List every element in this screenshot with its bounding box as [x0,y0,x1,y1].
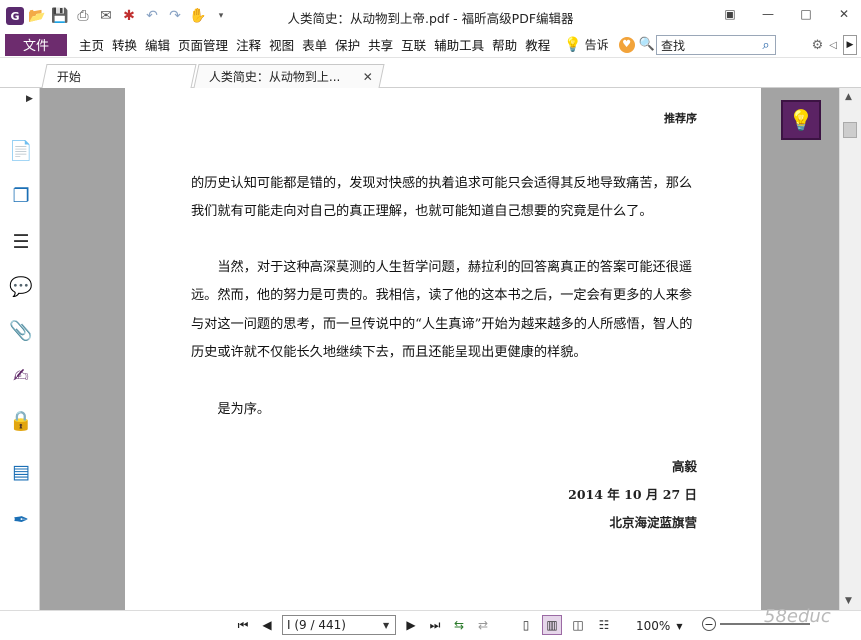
page-layout-controls: ▯ ▥ ◫ ☷ [516,615,614,635]
paragraph-3: 是为序。 [191,402,271,417]
tab-start-label: 开始 [56,70,81,84]
tips-lightbulb-button[interactable]: 💡 [781,100,821,140]
email-icon[interactable]: ✉ [96,6,116,26]
next-page-icon[interactable]: ▶ [402,615,420,635]
pdf-page: 推荐序 的历史认知可能都是错的，发现对快感的执着追求可能只会适得其反地导致痛苦，… [125,88,761,610]
undo-icon[interactable]: ↶ [142,6,162,26]
quick-access-toolbar: G 📂 💾 ⎙ ✉ ✱ ↶ ↷ ✋ ▾ [0,6,231,26]
menu-item-connect[interactable]: 互联 [397,35,430,54]
redo-icon[interactable]: ↷ [165,6,185,26]
zoom-dropdown-icon[interactable]: ▼ [676,622,682,631]
continuous-page-icon[interactable]: ▥ [542,615,562,635]
restore-button[interactable]: □ [795,4,817,24]
comments-icon[interactable]: 💬 [9,274,33,298]
close-tab-icon[interactable]: ✕ [363,70,373,84]
scroll-up-icon[interactable]: ▲ [845,92,852,102]
tab-document-label: 人类简史：从动物到上... [208,70,341,84]
tab-start[interactable]: 开始 [41,64,197,88]
menu-item-home[interactable]: 主页 [75,35,108,54]
signature-author: 高毅 [671,459,697,474]
attachment-icon[interactable]: 📎 [9,318,33,342]
menu-item-help[interactable]: 帮助 [488,35,521,54]
minimize-button[interactable]: — [757,4,779,24]
page-number-value: I (9 / 441) [287,618,346,632]
menu-item-protect[interactable]: 保护 [331,35,364,54]
scroll-left-icon[interactable]: ◁ [829,40,837,51]
form-fields-icon[interactable]: ▤ [9,460,33,484]
certificate-icon[interactable]: ✒ [9,508,33,532]
menu-item-tutorial[interactable]: 教程 [521,35,554,54]
facing-pages-icon[interactable]: ◫ [568,615,588,635]
paragraph-2: 当然，对于这种高深莫测的人生哲学问题，赫拉利的回答离真正的答案可能还很遥远。然而… [191,260,693,361]
search-input[interactable]: 查找 ⌕ [656,35,776,55]
menu-item-edit[interactable]: 编辑 [141,35,174,54]
search-icon[interactable]: ⌕ [757,38,775,53]
tell-me-label: 告诉 [584,38,609,52]
menu-bar: 文件 主页 转换 编辑 页面管理 注释 视图 表单 保护 共享 互联 辅助工具 … [0,32,861,58]
file-menu-button[interactable]: 文件 [5,33,67,56]
menu-item-organize[interactable]: 页面管理 [174,35,232,54]
document-viewer: 推荐序 的历史认知可能都是错的，发现对快感的执着追求可能只会适得其反地导致痛苦，… [40,88,839,610]
lock-icon[interactable]: 🔒 [9,408,33,432]
single-page-icon[interactable]: ▯ [516,615,536,635]
page-thumbnail-icon[interactable]: 📄 [9,138,33,162]
continuous-facing-icon[interactable]: ☷ [594,615,614,635]
navigation-panel: ▶ 📄 ❐ ☰ 💬 📎 ✍ 🔒 ▤ ✒ [0,88,40,610]
menu-item-convert[interactable]: 转换 [108,35,141,54]
zoom-value: 100% [636,619,671,633]
menu-item-share[interactable]: 共享 [364,35,397,54]
signature-place: 北京海淀蓝旗营 [609,515,697,530]
next-view-icon[interactable]: ⇄ [474,615,492,635]
signature-date: 2014 年 10 月 27 日 [568,487,697,502]
app-logo-icon: G [6,7,24,25]
tab-document[interactable]: 人类简史：从动物到上... ✕ [193,64,385,88]
hand-tool-icon[interactable]: ✋ [188,6,208,26]
expand-panel-icon[interactable]: ▶ [26,94,33,104]
scrollbar-thumb[interactable] [843,122,857,138]
page-header: 推荐序 [664,112,697,125]
print-icon[interactable]: ⎙ [73,6,93,26]
paragraph-1: 的历史认知可能都是错的，发现对快感的执着追求可能只会适得其反地导致痛苦，那么我们… [191,176,693,220]
vertical-scrollbar[interactable]: ▲ ▼ [839,88,861,610]
page-navigation: ⏮ ◀ I (9 / 441) ▼ ▶ ⏭ ⇆ ⇄ [234,615,492,635]
last-page-icon[interactable]: ⏭ [426,615,444,635]
heart-icon[interactable]: ♥ [618,36,635,53]
status-bar: ⏮ ◀ I (9 / 441) ▼ ▶ ⏭ ⇆ ⇄ ▯ ▥ ◫ ☷ 100% ▼… [0,610,861,640]
scroll-right-icon[interactable]: ▶ [843,35,857,55]
menu-item-accessibility[interactable]: 辅助工具 [430,35,488,54]
page-dropdown-icon[interactable]: ▼ [383,621,395,630]
tell-me[interactable]: 💡 告诉 [564,36,608,53]
settings-gear-icon[interactable]: ⚙ [812,38,824,53]
layers-icon[interactable]: ☰ [9,230,33,254]
zoom-level[interactable]: 100% ▼ [636,619,682,633]
save-icon[interactable]: 💾 [50,6,70,26]
search-folder-icon[interactable]: 🔍 [639,37,655,52]
previous-page-icon[interactable]: ◀ [258,615,276,635]
title-bar: G 📂 💾 ⎙ ✉ ✱ ↶ ↷ ✋ ▾ 人类简史：从动物到上帝.pdf - 福昕… [0,0,861,32]
menu-item-view[interactable]: 视图 [265,35,298,54]
customize-dropdown-icon[interactable]: ▾ [211,6,231,26]
menu-item-form[interactable]: 表单 [298,35,331,54]
search-placeholder: 查找 [661,38,686,53]
menu-items: 主页 转换 编辑 页面管理 注释 视图 表单 保护 共享 互联 辅助工具 帮助 … [75,35,554,54]
close-button[interactable]: ✕ [833,4,855,24]
window-controls: ▣ — □ ✕ [719,4,855,24]
document-tab-bar: 开始 人类简史：从动物到上... ✕ [0,58,861,88]
lightbulb-icon: 💡 [788,108,814,132]
scroll-down-icon[interactable]: ▼ [845,596,852,606]
zoom-out-icon[interactable]: − [702,617,716,631]
pages-icon[interactable]: ❐ [9,184,33,208]
first-page-icon[interactable]: ⏮ [234,615,252,635]
watermark: 58educ [764,606,831,627]
ribbon-right-controls: ⚙ ◁ ▶ [812,35,857,55]
menu-item-comment[interactable]: 注释 [232,35,265,54]
previous-view-icon[interactable]: ⇆ [450,615,468,635]
signature-icon[interactable]: ✍ [9,364,33,388]
open-folder-icon[interactable]: 📂 [27,6,47,26]
ribbon-toggle-icon[interactable]: ▣ [719,4,741,24]
page-number-field[interactable]: I (9 / 441) ▼ [282,615,396,635]
new-document-icon[interactable]: ✱ [119,6,139,26]
lightbulb-icon: 💡 [564,36,582,53]
